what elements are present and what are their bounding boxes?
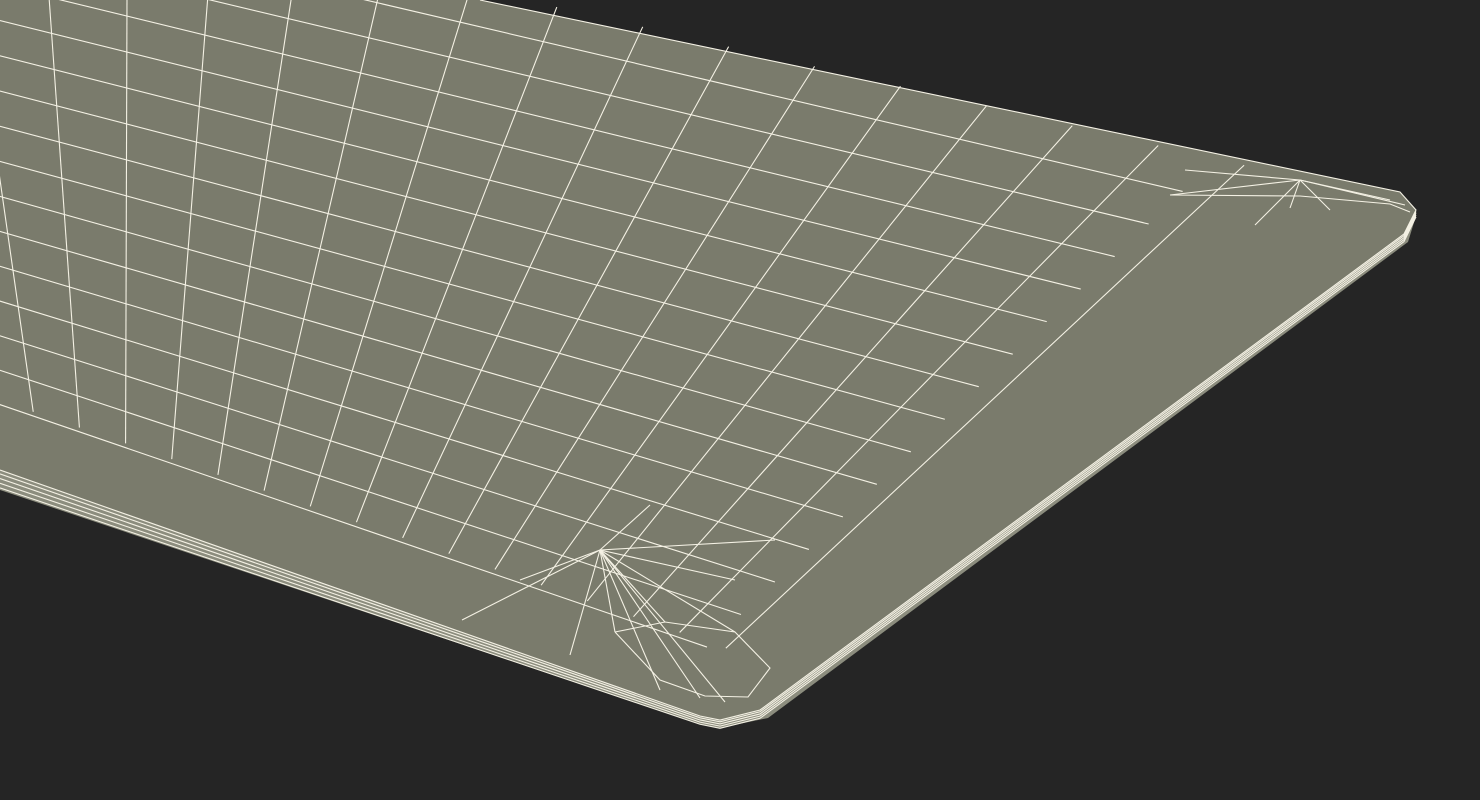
render-viewport: [0, 0, 1480, 800]
wireframe-mesh-panel: [0, 0, 1480, 800]
